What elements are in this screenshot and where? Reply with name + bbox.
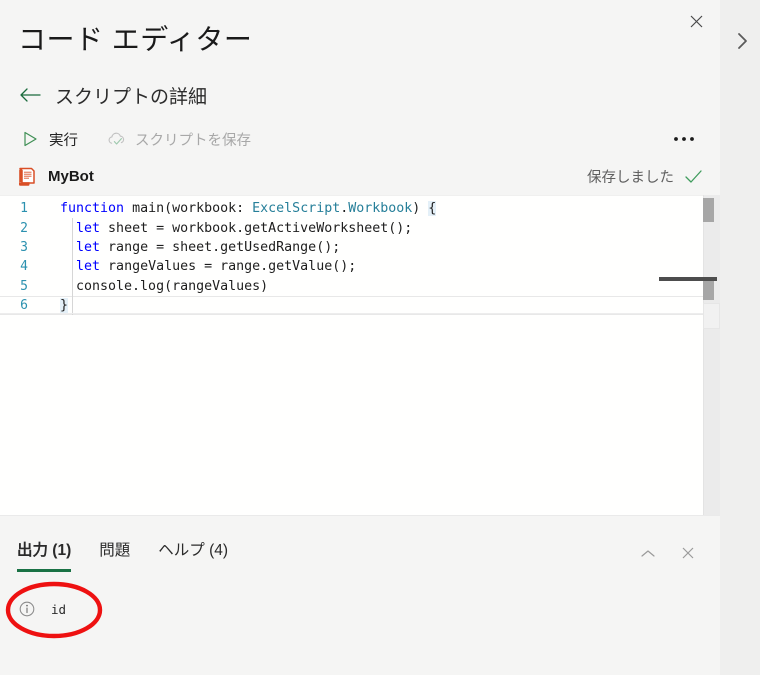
- output-panel-actions: [620, 542, 700, 564]
- code-line[interactable]: 5 console.log(rangeValues): [0, 277, 703, 296]
- code-editor-window: コード エディター スクリプトの詳細 実行 スクリプトを保存 MyBot 保存し…: [0, 0, 760, 675]
- code-line[interactable]: 3 let range = sheet.getUsedRange();: [0, 238, 703, 257]
- code-token: main: [132, 201, 165, 217]
- info-circle-icon: [18, 601, 35, 618]
- code-token: Workbook: [348, 201, 413, 217]
- code-line-text: console.log(rangeValues): [44, 279, 268, 294]
- code-token: ): [412, 201, 429, 217]
- code-token-bracket: {: [428, 201, 437, 217]
- code-line[interactable]: 1 function main(workbook: ExcelScript.Wo…: [0, 199, 703, 218]
- code-line-text: let sheet = workbook.getActiveWorksheet(…: [44, 221, 412, 236]
- code-token: rangeValues = range.getValue();: [100, 259, 357, 275]
- code-line-text: }: [44, 298, 69, 314]
- code-token: function: [60, 201, 133, 217]
- save-status: 保存しました: [587, 166, 702, 187]
- scrollbar-thumb[interactable]: [703, 198, 714, 222]
- output-row-id[interactable]: id: [18, 598, 710, 620]
- output-panel-tabs: 出力 (1) 問題 ヘルプ (4): [17, 538, 256, 572]
- code-token: sheet = workbook.getActiveWorksheet();: [100, 220, 413, 236]
- code-token: let: [76, 220, 101, 236]
- code-lines[interactable]: 1 function main(workbook: ExcelScript.Wo…: [0, 199, 703, 316]
- ellipsis-icon[interactable]: [670, 126, 698, 152]
- back-navigation-label: スクリプトの詳細: [55, 86, 208, 108]
- output-row-text: id: [51, 601, 67, 617]
- code-token: ExcelScript: [252, 201, 341, 217]
- code-token: range = sheet.getUsedRange();: [100, 239, 341, 255]
- script-document-icon: [16, 166, 37, 187]
- editor-vertical-scrollbar[interactable]: [703, 195, 717, 515]
- code-token: let: [76, 259, 101, 275]
- output-panel: 出力 (1) 問題 ヘルプ (4) id: [0, 515, 720, 675]
- play-triangle-icon: [20, 129, 40, 149]
- page-title: コード エディター: [18, 24, 253, 55]
- save-script-button-label: スクリプトを保存: [135, 132, 251, 149]
- back-navigation[interactable]: スクリプトの詳細: [17, 80, 207, 110]
- line-number: 3: [20, 239, 28, 255]
- close-icon[interactable]: [676, 542, 700, 564]
- run-button[interactable]: 実行: [14, 125, 84, 153]
- code-token: let: [76, 239, 101, 255]
- line-number: 6: [20, 298, 28, 314]
- tab-output[interactable]: 出力 (1): [17, 538, 72, 572]
- main-panel: コード エディター スクリプトの詳細 実行 スクリプトを保存 MyBot 保存し…: [0, 0, 720, 675]
- cloud-check-icon: [106, 129, 126, 149]
- scrollbar-thumb-secondary[interactable]: [703, 278, 714, 300]
- code-line-text: let range = sheet.getUsedRange();: [44, 240, 340, 255]
- tab-help[interactable]: ヘルプ (4): [158, 538, 228, 572]
- line-number: 5: [20, 278, 28, 294]
- line-number: 1: [20, 201, 28, 217]
- right-rail: [720, 0, 760, 675]
- script-header-row: MyBot 保存しました: [16, 163, 702, 189]
- close-icon[interactable]: [684, 9, 708, 33]
- script-name: MyBot: [48, 167, 94, 185]
- checkmark-icon: [684, 167, 702, 185]
- line-number: 4: [20, 259, 28, 275]
- code-token-bracket: }: [60, 298, 69, 314]
- code-token: console.log(rangeValues): [60, 278, 269, 294]
- editor-top-divider: [0, 195, 720, 196]
- arrow-left-icon: [17, 82, 43, 108]
- tab-problems[interactable]: 問題: [99, 538, 130, 572]
- code-line-text: let rangeValues = range.getValue();: [44, 259, 356, 274]
- code-line-text: function main(workbook: ExcelScript.Work…: [44, 201, 437, 217]
- run-button-label: 実行: [49, 132, 78, 149]
- code-line[interactable]: 2 let sheet = workbook.getActiveWorkshee…: [0, 218, 703, 237]
- output-list: id: [18, 598, 710, 620]
- editor-bottom-divider: [0, 313, 703, 314]
- code-line[interactable]: 4 let rangeValues = range.getValue();: [0, 257, 703, 276]
- code-token: (workbook:: [164, 201, 253, 217]
- code-editor[interactable]: 1 function main(workbook: ExcelScript.Wo…: [0, 195, 720, 515]
- chevron-up-icon[interactable]: [636, 542, 660, 564]
- save-script-button[interactable]: スクリプトを保存: [100, 125, 257, 153]
- editor-horizontal-scrollbar-thumb[interactable]: [659, 277, 717, 281]
- save-status-text: 保存しました: [587, 169, 674, 186]
- command-bar: 実行 スクリプトを保存: [14, 125, 257, 153]
- chevron-right-icon[interactable]: [731, 30, 753, 52]
- line-number: 2: [20, 220, 28, 236]
- indent-guide: [72, 218, 73, 315]
